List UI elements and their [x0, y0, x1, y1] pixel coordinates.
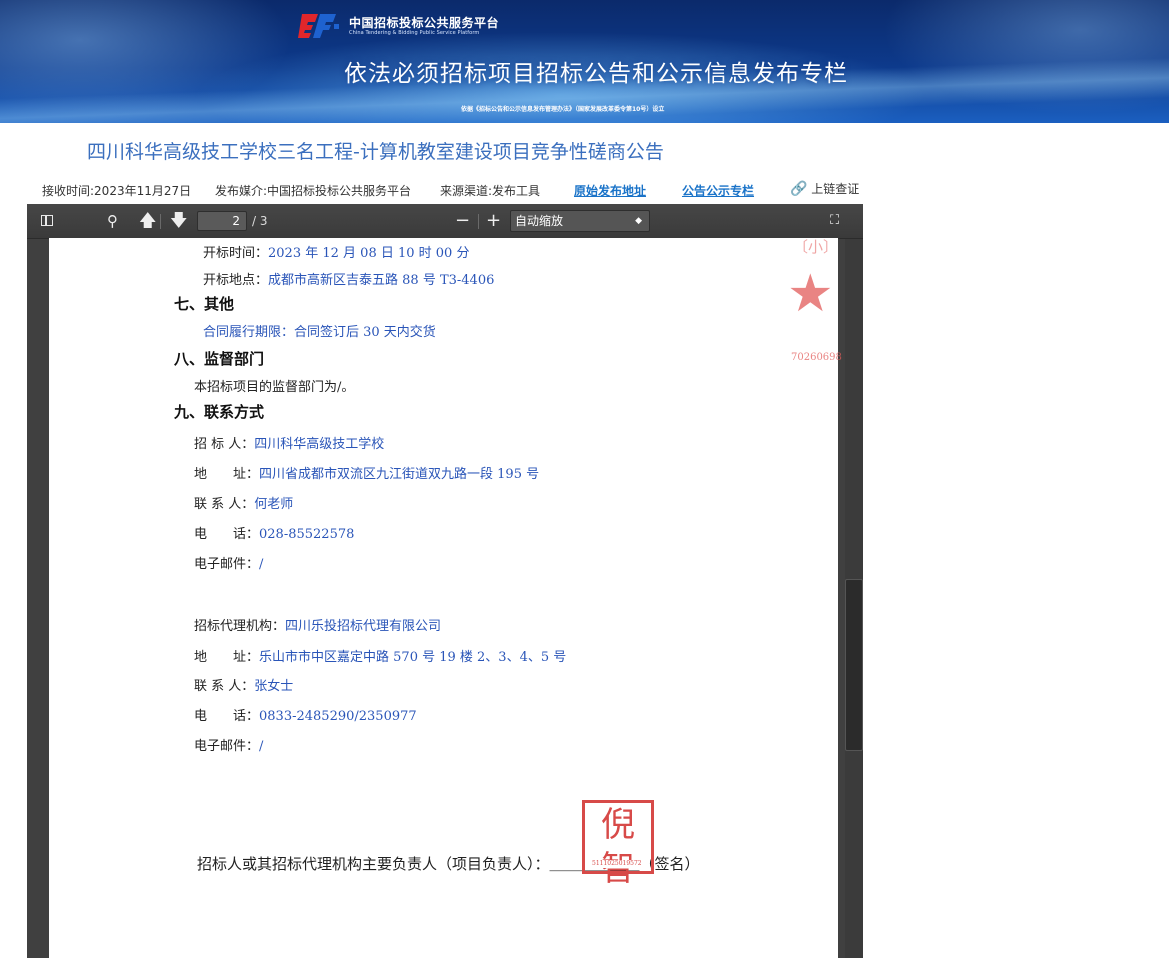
address-line: 地 址：四川省成都市双流区九江街道双九路一段 195 号: [194, 467, 540, 482]
red-seal-fragment: 〔小〕: [793, 238, 839, 256]
publish-media: 发布媒介:中国招标投标公共服务平台: [215, 184, 412, 198]
agency-phone-line: 电 话：0833-2485290/2350977: [194, 709, 417, 724]
scrollbar-thumb[interactable]: [845, 579, 863, 751]
tenderer-line: 招 标 人：四川科华高级技工学校: [194, 437, 385, 452]
personal-seal-stamp: 倪智 5111025019572: [582, 800, 654, 889]
chain-verify-label: 上链查证: [811, 182, 860, 196]
page-total: / 3: [252, 214, 268, 228]
pdf-page: 〔小〕 ★ 70260698 开标时间：2023 年 12 月 08 日 10 …: [49, 238, 842, 958]
original-address-link[interactable]: 原始发布地址: [574, 182, 646, 199]
seal-text: 倪智: [601, 805, 635, 889]
chevron-updown-icon: ◆: [635, 216, 642, 226]
agency-address-line: 地 址：乐山市市中区嘉定中路 570 号 19 楼 2、3、4、5 号: [194, 650, 567, 665]
header-banner: 中国招标投标公共服务平台 China Tendering & Bidding P…: [0, 0, 1169, 123]
previous-page-icon[interactable]: 🡅: [139, 204, 156, 238]
source-channel: 来源渠道:发布工具: [440, 184, 541, 198]
section-8-heading: 八、监督部门: [174, 350, 265, 368]
banner-title: 依法必须招标项目招标公告和公示信息发布专栏: [344, 61, 848, 87]
search-icon[interactable]: ⚲: [107, 204, 118, 238]
contract-period: 合同履行期限：合同签订后 30 天内交货: [203, 325, 436, 340]
platform-logo-icon: [298, 14, 339, 38]
section-7-heading: 七、其他: [174, 295, 235, 313]
agency-email-line: 电子邮件：/: [194, 739, 264, 754]
notice-column-link[interactable]: 公告公示专栏: [682, 182, 754, 199]
zoom-in-icon[interactable]: +: [486, 204, 501, 238]
phone-line: 电 话：028-85522578: [194, 527, 355, 542]
next-page-icon[interactable]: 🡇: [170, 204, 187, 238]
sidebar-toggle-icon[interactable]: [41, 215, 53, 226]
pdf-viewer: ⚲ 🡅 🡇 2 / 3 − + 自动缩放 ◆ ⛶ 〔小〕 ★ 70260698 …: [27, 204, 863, 958]
red-seal-star-icon: ★: [787, 264, 834, 324]
contact-line: 联 系 人：何老师: [194, 497, 294, 512]
platform-name-en: China Tendering & Bidding Public Service…: [349, 30, 480, 36]
pdf-toolbar: ⚲ 🡅 🡇 2 / 3 − + 自动缩放 ◆ ⛶: [27, 204, 863, 239]
page-title: 四川科华高级技工学校三名工程-计算机教室建设项目竞争性磋商公告: [87, 141, 664, 163]
zoom-out-icon[interactable]: −: [455, 204, 470, 238]
zoom-select[interactable]: 自动缩放 ◆: [510, 210, 650, 232]
fullscreen-icon[interactable]: ⛶: [830, 204, 839, 238]
supervise-text: 本招标项目的监督部门为/。: [194, 380, 355, 395]
agency-line: 招标代理机构：四川乐投招标代理有限公司: [194, 619, 442, 634]
chain-verify-link[interactable]: 🔗 上链查证: [790, 180, 859, 197]
link-icon: 🔗: [790, 181, 808, 197]
page-number-input[interactable]: 2: [197, 211, 247, 231]
open-place-line: 开标地点：成都市高新区吉泰五路 88 号 T3-4406: [203, 273, 495, 288]
agency-contact-line: 联 系 人：张女士: [194, 679, 294, 694]
section-9-heading: 九、联系方式: [174, 403, 265, 421]
platform-name: 中国招标投标公共服务平台: [349, 16, 500, 30]
toolbar-separator: [160, 214, 161, 229]
toolbar-separator: [478, 214, 479, 229]
zoom-value: 自动缩放: [515, 214, 564, 228]
seal-number: 5111025019572: [591, 860, 643, 868]
open-time-line: 开标时间：2023 年 12 月 08 日 10 时 00 分: [203, 246, 470, 261]
red-seal-number: 70260698: [791, 352, 842, 363]
receive-time: 接收时间:2023年11月27日: [42, 184, 192, 198]
email-line: 电子邮件：/: [194, 557, 264, 572]
banner-subtitle: 依据《招标公告和公示信息发布管理办法》（国家发展改革委令第10号）设立: [461, 106, 665, 113]
